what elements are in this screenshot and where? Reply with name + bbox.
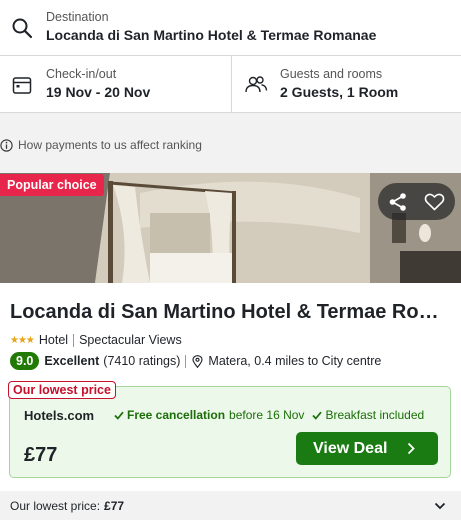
hotel-name[interactable]: Locanda di San Martino Hotel & Termae Ro… [10, 301, 450, 324]
divider [73, 333, 75, 347]
check-icon [114, 411, 124, 420]
destination-value: Locanda di San Martino Hotel & Termae Ro… [46, 27, 377, 43]
guests-label: Guests and rooms [280, 67, 383, 81]
guests-value: 2 Guests, 1 Room [280, 84, 399, 100]
chevron-down-icon[interactable] [434, 502, 446, 510]
view-deal-label: View Deal [313, 439, 388, 457]
breakfast-included-text: Breakfast included [325, 408, 425, 422]
check-in-out-field[interactable]: Check-in/out 19 Nov - 20 Nov [0, 56, 232, 113]
lowest-price-label: Our lowest price: [10, 498, 101, 513]
share-icon[interactable] [388, 192, 408, 212]
ranking-note-text: How payments to us affect ranking [18, 138, 202, 152]
view-deal-button[interactable]: View Deal [296, 432, 438, 465]
hotel-photo[interactable]: Popular choice [0, 173, 461, 283]
deal-box[interactable]: Hotels.com Free cancellation before 16 N… [9, 386, 451, 478]
property-type: Hotel [38, 333, 69, 347]
score-badge: 9.0 [10, 352, 40, 370]
free-cancellation-text: Free cancellation [127, 408, 226, 422]
chevron-right-icon [407, 442, 415, 455]
photo-actions-group [378, 183, 455, 220]
rating-word: Excellent [44, 354, 100, 368]
hotel-meta-row: ★★★ Hotel Spectacular Views [10, 332, 182, 348]
location-text: Matera, 0.4 miles to City centre [208, 354, 382, 368]
cancellation-deadline: before 16 Nov [229, 408, 305, 422]
lowest-price-value: £77 [104, 498, 125, 513]
divider [185, 354, 187, 368]
heart-icon[interactable] [424, 192, 445, 212]
lowest-price-tag: Our lowest price [8, 381, 116, 399]
search-summary-card: Destination Locanda di San Martino Hotel… [0, 0, 461, 113]
guests-icon [245, 76, 268, 93]
hotel-feature: Spectacular Views [79, 333, 182, 347]
dates-value: 19 Nov - 20 Nov [46, 84, 151, 100]
dates-guests-row: Check-in/out 19 Nov - 20 Nov Guests and … [0, 56, 461, 113]
ranking-info-link[interactable]: How payments to us affect ranking [0, 137, 202, 153]
popular-choice-badge: Popular choice [0, 174, 104, 196]
hotel-result-card[interactable]: Popular choice Locanda di San Martino Ho… [0, 173, 461, 520]
destination-field[interactable]: Destination Locanda di San Martino Hotel… [0, 0, 461, 56]
deal-perks: Free cancellation before 16 Nov Breakfas… [114, 408, 424, 422]
dates-label: Check-in/out [46, 67, 117, 81]
ratings-count: (7410 ratings) [103, 354, 181, 368]
info-icon [0, 138, 13, 152]
deal-price: £77 [24, 444, 58, 466]
guests-rooms-field[interactable]: Guests and rooms 2 Guests, 1 Room [232, 56, 461, 113]
calendar-icon [12, 77, 32, 94]
search-icon [12, 18, 33, 39]
check-icon [312, 411, 323, 420]
location-pin-icon [192, 354, 203, 368]
lowest-price-toggle[interactable]: Our lowest price: £77 [0, 491, 461, 520]
deal-provider: Hotels.com [24, 408, 95, 423]
star-rating: ★★★ [10, 334, 35, 346]
rating-row: 9.0 Excellent (7410 ratings) Matera, 0.4… [10, 351, 381, 371]
destination-label: Destination [46, 10, 109, 24]
